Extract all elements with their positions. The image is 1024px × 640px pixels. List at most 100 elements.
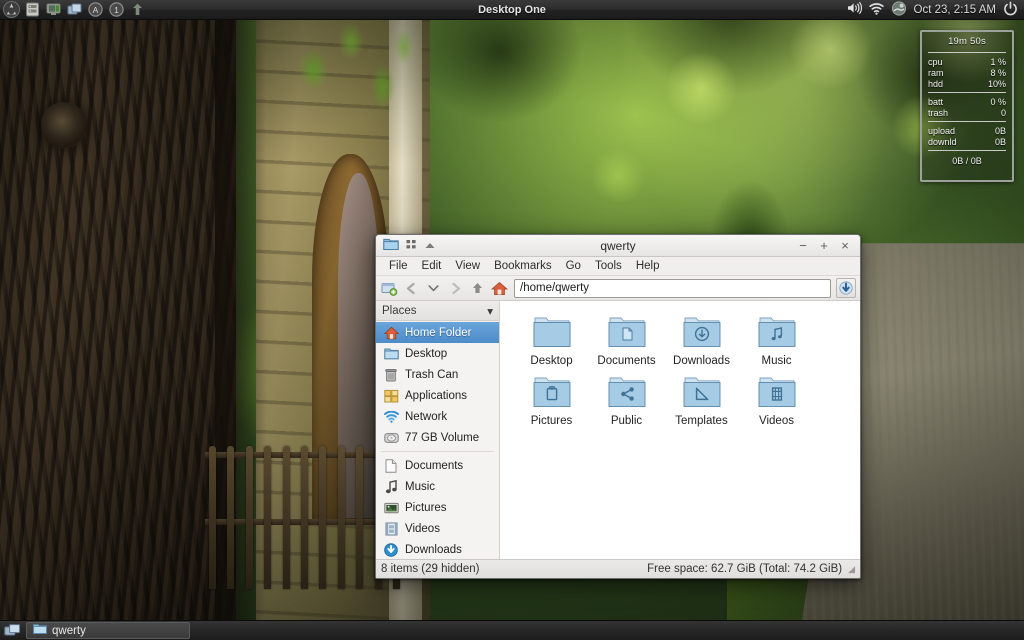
sidebar-item-77-gb-volume[interactable]: 77 GB Volume bbox=[376, 427, 499, 448]
file-manager-window[interactable]: qwerty − + × File Edit View Bookmarks Go… bbox=[375, 234, 861, 579]
titlebar-left-icons bbox=[380, 237, 436, 254]
trash-icon bbox=[383, 367, 399, 383]
file-item-label: Documents bbox=[597, 355, 656, 367]
menu-edit[interactable]: Edit bbox=[415, 259, 449, 273]
up-button[interactable] bbox=[468, 279, 487, 298]
chevron-down-icon[interactable]: ▾ bbox=[487, 304, 493, 318]
workspace-1-icon[interactable]: 1 bbox=[107, 0, 126, 19]
conky-label: trash bbox=[928, 108, 949, 118]
music-icon bbox=[383, 479, 399, 495]
close-button[interactable]: × bbox=[839, 239, 851, 252]
menu-go[interactable]: Go bbox=[559, 259, 588, 273]
conky-value: 10% bbox=[987, 79, 1006, 89]
conky-value: 0 % bbox=[990, 97, 1006, 107]
sidebar-item-downloads[interactable]: Downloads bbox=[376, 539, 499, 559]
folder-window-icon[interactable] bbox=[383, 237, 399, 254]
file-item-label: Music bbox=[761, 355, 792, 367]
grid-view-icon[interactable] bbox=[406, 239, 417, 253]
workspace-a-icon[interactable]: A bbox=[86, 0, 105, 19]
weather-icon[interactable] bbox=[891, 0, 907, 19]
menu-file[interactable]: File bbox=[382, 259, 415, 273]
sidebar-item-network[interactable]: Network bbox=[376, 406, 499, 427]
taskbar: qwerty bbox=[0, 620, 1024, 640]
new-tab-button[interactable] bbox=[380, 279, 399, 298]
forward-button[interactable] bbox=[446, 279, 465, 298]
folder-document-icon bbox=[607, 315, 647, 352]
download-icon bbox=[383, 542, 399, 558]
conky-row: upload 0B bbox=[928, 126, 1006, 137]
volume-icon[interactable] bbox=[847, 1, 862, 18]
menu-bar: File Edit View Bookmarks Go Tools Help bbox=[376, 257, 860, 276]
window-list-icon[interactable] bbox=[65, 0, 84, 19]
top-panel: A 1 Desktop One Oct 23, 2:15 AM bbox=[0, 0, 1024, 20]
top-panel-tray: Oct 23, 2:15 AM bbox=[847, 0, 1024, 19]
back-button[interactable] bbox=[402, 279, 421, 298]
document-icon bbox=[383, 458, 399, 474]
menu-launcher-icon[interactable] bbox=[2, 0, 21, 19]
conky-label: cpu bbox=[928, 57, 943, 67]
location-input[interactable]: /home/qwerty bbox=[514, 278, 831, 298]
places-sidebar: Places ▾ Home Folder Desktop Trash Can A… bbox=[376, 301, 500, 559]
collapse-up-icon[interactable] bbox=[424, 239, 436, 253]
sidebar-item-applications[interactable]: Applications bbox=[376, 385, 499, 406]
conky-row: trash 0 bbox=[928, 108, 1006, 119]
applications-icon bbox=[383, 388, 399, 404]
history-dropdown-button[interactable] bbox=[424, 279, 443, 298]
window-title: qwerty bbox=[600, 238, 636, 253]
sidebar-item-label: Music bbox=[405, 480, 436, 493]
file-item-pictures[interactable]: Pictures bbox=[514, 371, 589, 427]
conky-row: hdd 10% bbox=[928, 79, 1006, 90]
sidebar-item-home-folder[interactable]: Home Folder bbox=[376, 322, 499, 343]
file-item-documents[interactable]: Documents bbox=[589, 311, 664, 367]
pager-icon[interactable] bbox=[3, 622, 22, 639]
menu-tools[interactable]: Tools bbox=[588, 259, 629, 273]
sidebar-item-videos[interactable]: Videos bbox=[376, 518, 499, 539]
resize-grip[interactable]: ◢ bbox=[848, 564, 855, 575]
go-button[interactable] bbox=[836, 278, 856, 298]
menu-help[interactable]: Help bbox=[629, 259, 667, 273]
conky-group-system: cpu 1 % ram 8 % hdd 10% bbox=[928, 57, 1006, 90]
wifi-icon[interactable] bbox=[868, 2, 884, 18]
window-titlebar[interactable]: qwerty − + × bbox=[376, 235, 860, 257]
folder-icon bbox=[383, 346, 399, 362]
file-manager-icon[interactable] bbox=[23, 0, 42, 19]
file-item-label: Pictures bbox=[530, 415, 573, 427]
sidebar-item-documents[interactable]: Documents bbox=[376, 455, 499, 476]
conky-row: batt 0 % bbox=[928, 97, 1006, 108]
file-item-music[interactable]: Music bbox=[739, 311, 814, 367]
power-icon[interactable] bbox=[1003, 1, 1018, 19]
conky-uptime: 19m 50s bbox=[948, 36, 986, 47]
taskbar-window-label: qwerty bbox=[52, 624, 86, 637]
conky-value: 1 % bbox=[990, 57, 1006, 67]
file-item-videos[interactable]: Videos bbox=[739, 371, 814, 427]
sidebar-item-trash-can[interactable]: Trash Can bbox=[376, 364, 499, 385]
conky-total-traffic: 0B / 0B bbox=[952, 156, 982, 166]
sidebar-header[interactable]: Places ▾ bbox=[376, 301, 499, 321]
taskbar-window-qwerty[interactable]: qwerty bbox=[26, 622, 190, 639]
menu-view[interactable]: View bbox=[448, 259, 487, 273]
sidebar-item-pictures[interactable]: Pictures bbox=[376, 497, 499, 518]
sidebar-separator bbox=[381, 451, 494, 452]
conky-value: 0 bbox=[1000, 108, 1006, 118]
file-item-downloads[interactable]: Downloads bbox=[664, 311, 739, 367]
minimize-button[interactable]: − bbox=[797, 239, 809, 252]
clock[interactable]: Oct 23, 2:15 AM bbox=[914, 4, 996, 16]
file-item-templates[interactable]: Templates bbox=[664, 371, 739, 427]
maximize-button[interactable]: + bbox=[818, 239, 830, 252]
home-button[interactable] bbox=[490, 279, 509, 298]
sidebar-item-label: Downloads bbox=[405, 543, 462, 556]
show-desktop-icon[interactable] bbox=[128, 0, 147, 19]
menu-bookmarks[interactable]: Bookmarks bbox=[487, 259, 559, 273]
sidebar-item-label: Documents bbox=[405, 459, 464, 472]
sidebar-item-music[interactable]: Music bbox=[376, 476, 499, 497]
toolbar: /home/qwerty bbox=[376, 276, 860, 301]
folder-share-icon bbox=[607, 375, 647, 412]
display-settings-icon[interactable] bbox=[44, 0, 63, 19]
file-item-public[interactable]: Public bbox=[589, 371, 664, 427]
file-item-desktop[interactable]: Desktop bbox=[514, 311, 589, 367]
conky-label: hdd bbox=[928, 79, 944, 89]
sidebar-item-label: 77 GB Volume bbox=[405, 431, 480, 444]
system-monitor-widget: 19m 50s cpu 1 % ram 8 % hdd 10% batt 0 % tra… bbox=[920, 30, 1014, 182]
sidebar-item-desktop[interactable]: Desktop bbox=[376, 343, 499, 364]
file-list-area[interactable]: Desktop Documents Downloads Music Pictur… bbox=[500, 301, 860, 559]
